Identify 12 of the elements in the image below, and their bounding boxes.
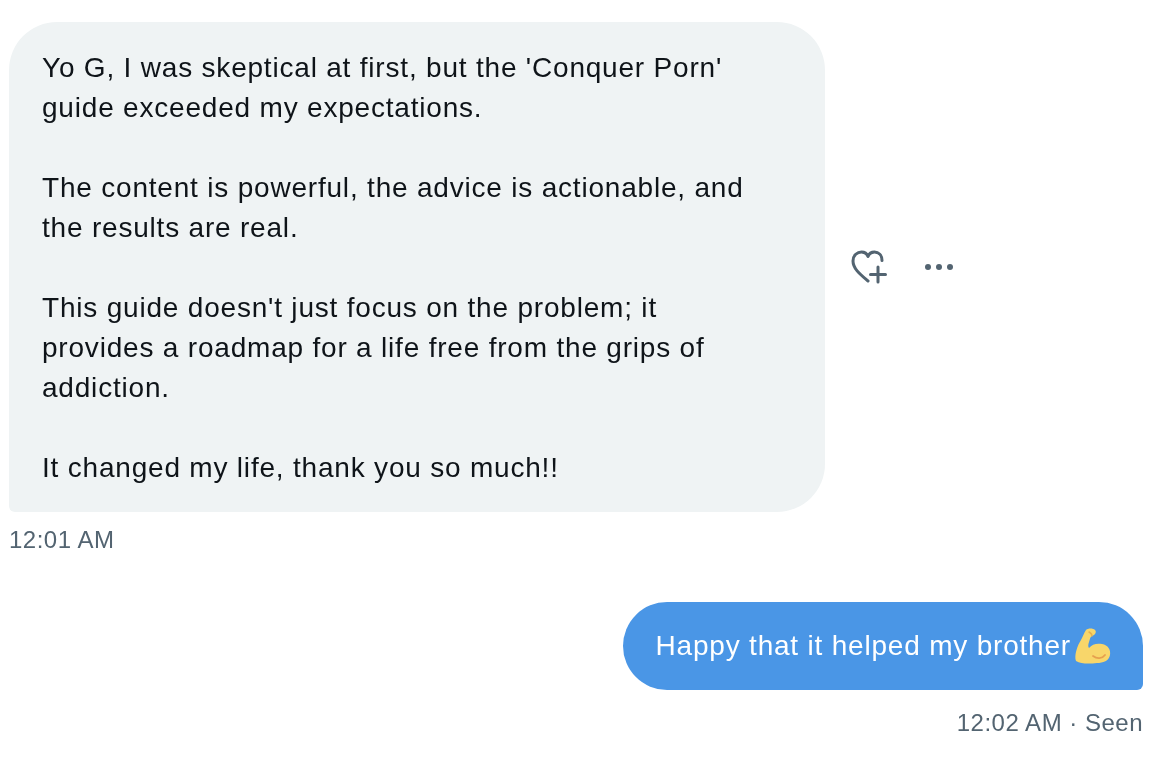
message-text: This guide doesn't just focus on the problem; it provides a roadmap for a life free from the grips of addiction. (42, 291, 706, 405)
message-timestamp: 12:01 AM (9, 525, 115, 555)
message-text: The content is powerful, the advice is actionable, and the results are real. (42, 171, 745, 245)
message-text: Happy that it helped my brother (655, 629, 1071, 663)
add-reaction-button[interactable] (851, 250, 887, 284)
more-button[interactable] (925, 264, 953, 270)
message-text: It changed my life, thank you so much!! (42, 451, 560, 485)
flexed-biceps-icon (1073, 628, 1111, 664)
message-timestamp: 12:02 AM · Seen (956, 708, 1143, 738)
message-text: Yo G, I was skeptical at first, but the 'Conquer Porn' guide exceeded my expectations. (42, 51, 724, 125)
heart-plus-icon (851, 250, 887, 284)
more-icon (925, 264, 953, 270)
